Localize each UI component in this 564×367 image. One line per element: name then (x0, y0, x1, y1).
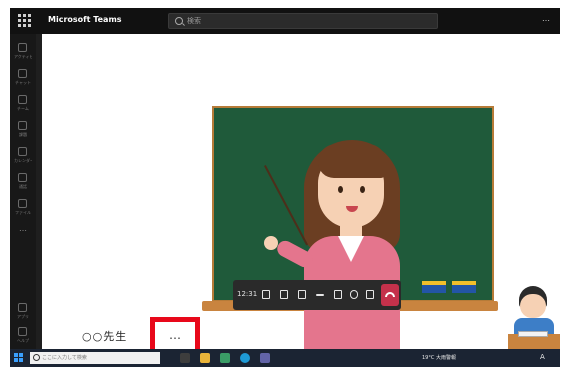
teacher-eye (338, 186, 343, 193)
chat-icon (280, 290, 288, 299)
self-view-video[interactable] (508, 280, 560, 349)
student-face (520, 294, 546, 318)
windows-start-icon[interactable] (14, 353, 24, 363)
mic-button[interactable] (347, 287, 361, 303)
rail-item-label: チャット (15, 80, 31, 85)
rail-item-chat[interactable]: チャット (14, 68, 32, 90)
help-icon (18, 327, 27, 336)
participant-name: ○○先生 (82, 330, 128, 343)
participant-more-button[interactable]: … (150, 317, 200, 349)
rail-item-teams[interactable]: チーム (14, 94, 32, 116)
hang-up-icon (385, 292, 395, 297)
files-icon (18, 199, 27, 208)
apps-icon (18, 303, 27, 312)
rail-item-calendar[interactable]: カレンダー (14, 146, 32, 168)
rail-item-label: ファイル (15, 210, 31, 215)
chat-button[interactable] (277, 287, 291, 303)
rail-item-label: アプリ (17, 314, 29, 319)
teacher-bangs (318, 144, 386, 178)
leave-button[interactable] (381, 284, 399, 306)
phone-icon (18, 173, 27, 182)
title-more-button[interactable]: … (542, 14, 550, 23)
calendar-icon (18, 147, 27, 156)
windows-taskbar: ここに入力して検索 19°C 大雨警報 A (10, 349, 560, 367)
rail-item-label: ヘルプ (17, 338, 29, 343)
more-icon: … (169, 328, 181, 342)
rail-item-activity[interactable]: アクティビティ (14, 42, 32, 64)
participants-button[interactable] (259, 287, 273, 303)
reactions-button[interactable] (295, 287, 309, 303)
eraser-illustration (422, 281, 446, 293)
chat-icon (18, 69, 27, 78)
more-actions-button[interactable] (313, 287, 327, 303)
mic-icon (350, 290, 358, 299)
rail-item-label: カレンダー (14, 158, 32, 163)
taskbar-search-input[interactable]: ここに入力して検索 (30, 352, 160, 364)
people-icon (262, 290, 270, 299)
bell-icon (18, 43, 27, 52)
rail-item-label: 通話 (19, 184, 27, 189)
share-button[interactable] (363, 287, 377, 303)
camera-icon (334, 290, 342, 299)
teacher-hand (264, 236, 278, 250)
rail-item-label: 課題 (19, 132, 27, 137)
store-icon[interactable] (220, 353, 230, 363)
search-icon (33, 354, 40, 361)
rail-item-files[interactable]: ファイル (14, 198, 32, 220)
meeting-controls: 12:31 (233, 280, 401, 310)
camera-button[interactable] (331, 287, 345, 303)
hand-icon (298, 290, 306, 299)
rail-item-help[interactable]: ヘルプ (14, 326, 32, 348)
left-rail: アクティビティ チャット チーム 課題 カレンダー 通話 (10, 34, 36, 349)
more-icon (316, 294, 324, 296)
eraser-illustration (452, 281, 476, 293)
rail-item-label: チーム (17, 106, 29, 111)
file-explorer-icon[interactable] (200, 353, 210, 363)
edge-icon[interactable] (240, 353, 250, 363)
search-input[interactable]: 検索 (168, 13, 438, 29)
rail-item-calls[interactable]: 通話 (14, 172, 32, 194)
meeting-stage: 12:31 ○○先生 … (42, 34, 560, 349)
student-book (518, 331, 548, 337)
teams-icon (18, 95, 27, 104)
share-icon (366, 290, 374, 299)
assignments-icon (18, 121, 27, 130)
ime-indicator[interactable]: A (540, 353, 545, 361)
title-bar: Microsoft Teams 検索 … (10, 8, 560, 34)
teams-taskbar-icon[interactable] (260, 353, 270, 363)
app-launcher-icon[interactable] (18, 14, 32, 28)
teams-window: Microsoft Teams 検索 … アクティビティ チャット チーム (10, 8, 560, 349)
search-placeholder: 検索 (187, 17, 201, 25)
rail-item-assignments[interactable]: 課題 (14, 120, 32, 142)
rail-more-button[interactable]: … (14, 224, 32, 246)
taskbar-search-placeholder: ここに入力して検索 (42, 355, 87, 361)
screenshot-frame: Microsoft Teams 検索 … アクティビティ チャット チーム (0, 0, 564, 367)
app-title: Microsoft Teams (48, 15, 122, 24)
rail-item-label: アクティビティ (14, 54, 32, 59)
task-view-icon[interactable] (180, 353, 190, 363)
weather-widget[interactable]: 19°C 大雨警報 (422, 354, 456, 361)
meeting-timer: 12:31 (237, 290, 258, 298)
search-icon (175, 17, 183, 25)
teacher-eye (360, 186, 365, 193)
rail-item-apps[interactable]: アプリ (14, 302, 32, 324)
